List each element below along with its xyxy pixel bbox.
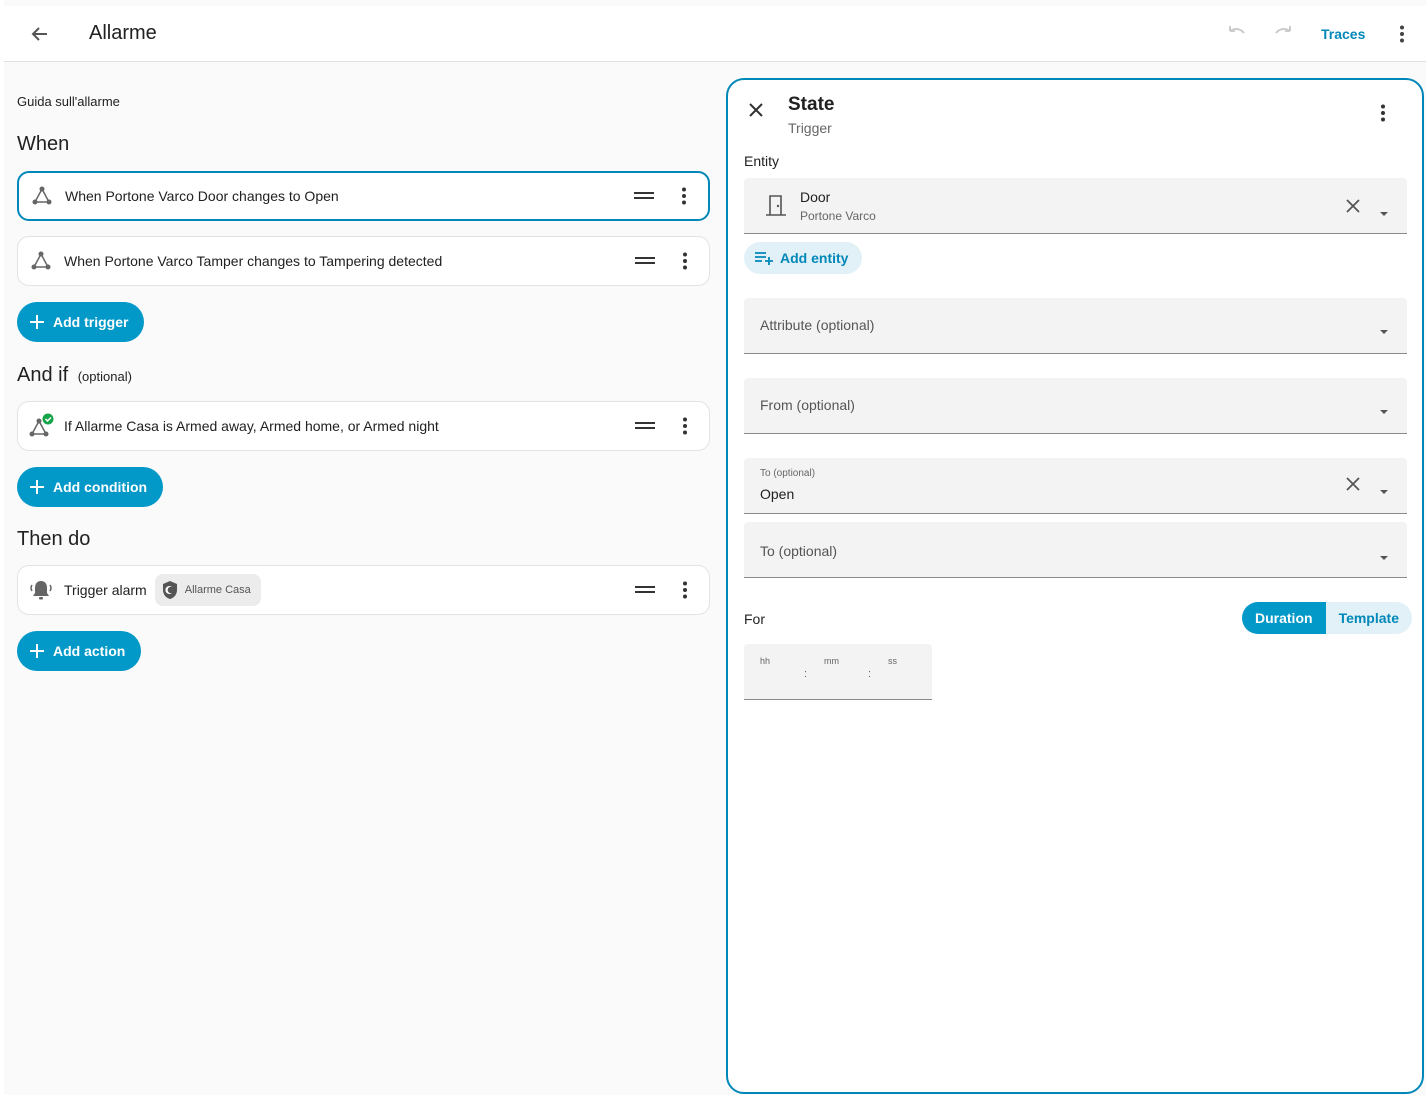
more-vert-icon[interactable] (665, 252, 705, 270)
and-if-heading: And if (optional) (17, 364, 132, 387)
attribute-select[interactable]: Attribute (optional) (744, 298, 1407, 354)
from-select[interactable]: From (optional) (744, 378, 1407, 434)
redo-icon[interactable] (1272, 23, 1296, 45)
to-placeholder: To (optional) (760, 543, 838, 559)
drag-handle-icon[interactable] (624, 192, 664, 200)
back-arrow-icon[interactable] (26, 20, 54, 48)
separator: : (804, 668, 808, 680)
hours-label: hh (760, 656, 771, 666)
more-vert-icon[interactable] (664, 187, 704, 205)
to-select-2[interactable]: To (optional) (744, 522, 1407, 578)
target-chip[interactable]: Allarme Casa (154, 574, 261, 606)
trigger-editor-panel: State Trigger Entity Door Portone Varco … (726, 78, 1424, 1094)
drag-handle-icon[interactable] (625, 586, 665, 594)
add-entity-label: Add entity (780, 250, 849, 266)
then-do-heading: Then do (17, 528, 91, 550)
trigger-graph-icon (19, 185, 65, 207)
entity-picker[interactable]: Door Portone Varco (744, 178, 1407, 234)
close-icon[interactable] (748, 102, 764, 123)
add-action-label: Add action (53, 643, 126, 659)
action-text: Trigger alarm (64, 582, 147, 598)
duration-option[interactable]: Duration (1242, 602, 1326, 634)
and-if-title: And if (17, 364, 69, 386)
bell-ring-icon (18, 579, 64, 601)
more-vert-icon[interactable] (1390, 22, 1414, 46)
entity-device: Portone Varco (800, 209, 876, 223)
more-vert-icon[interactable] (1380, 104, 1386, 127)
seconds-label: ss (888, 656, 897, 666)
drag-handle-icon[interactable] (625, 257, 665, 265)
shield-moon-icon (162, 581, 177, 599)
traces-button[interactable]: Traces (1321, 26, 1365, 42)
door-icon (764, 194, 788, 221)
add-trigger-label: Add trigger (53, 314, 129, 330)
entity-label: Entity (744, 153, 780, 169)
separator: : (868, 668, 872, 680)
to-select[interactable]: To (optional) Open (744, 458, 1407, 514)
action-card[interactable]: Trigger alarm Allarme Casa (17, 565, 710, 615)
trigger-graph-icon (18, 250, 64, 272)
undo-icon[interactable] (1224, 23, 1248, 45)
condition-text: If Allarme Casa is Armed away, Armed hom… (64, 418, 439, 434)
dropdown-arrow-icon[interactable] (1379, 204, 1389, 222)
clear-icon[interactable] (1345, 198, 1361, 219)
more-vert-icon[interactable] (665, 581, 705, 599)
trigger-text: When Portone Varco Door changes to Open (65, 188, 339, 204)
add-condition-label: Add condition (53, 479, 148, 495)
for-mode-toggle: Duration Template (1242, 602, 1412, 634)
target-chip-label: Allarme Casa (184, 584, 251, 596)
panel-title: State (788, 94, 835, 115)
plus-icon (30, 315, 44, 329)
condition-graph-icon (18, 413, 64, 439)
to-label: To (optional) (760, 468, 816, 479)
entity-name: Door (800, 189, 831, 205)
template-option[interactable]: Template (1325, 602, 1412, 634)
from-placeholder: From (optional) (760, 397, 855, 413)
plus-icon (30, 480, 44, 494)
top-app-bar: Allarme Traces (4, 6, 1426, 62)
trigger-card[interactable]: When Portone Varco Door changes to Open (17, 171, 710, 221)
condition-card[interactable]: If Allarme Casa is Armed away, Armed hom… (17, 401, 710, 451)
when-heading: When (17, 133, 70, 155)
add-entity-button[interactable]: Add entity (744, 242, 863, 274)
left-edge (0, 0, 4, 1095)
add-condition-button[interactable]: Add condition (17, 467, 164, 507)
dropdown-arrow-icon[interactable] (1379, 548, 1389, 566)
dropdown-arrow-icon[interactable] (1379, 402, 1389, 420)
add-trigger-button[interactable]: Add trigger (17, 302, 145, 342)
dropdown-arrow-icon[interactable] (1379, 322, 1389, 340)
to-value: Open (760, 486, 795, 502)
more-vert-icon[interactable] (665, 417, 705, 435)
add-action-button[interactable]: Add action (17, 631, 142, 671)
trigger-text: When Portone Varco Tamper changes to Tam… (64, 253, 443, 269)
attribute-placeholder: Attribute (optional) (760, 317, 875, 333)
dropdown-arrow-icon[interactable] (1379, 482, 1389, 500)
plus-icon (30, 644, 44, 658)
clear-icon[interactable] (1345, 476, 1361, 497)
drag-handle-icon[interactable] (625, 422, 665, 430)
for-label: For (744, 611, 765, 627)
panel-subtitle: Trigger (788, 120, 832, 136)
optional-label: (optional) (77, 369, 132, 384)
page-title: Allarme (89, 22, 157, 44)
playlist-plus-icon (755, 252, 773, 265)
automation-description: Guida sull'allarme (17, 94, 120, 109)
trigger-card[interactable]: When Portone Varco Tamper changes to Tam… (17, 236, 710, 286)
duration-input[interactable]: hh : mm : ss (744, 644, 932, 700)
minutes-label: mm (824, 656, 839, 666)
